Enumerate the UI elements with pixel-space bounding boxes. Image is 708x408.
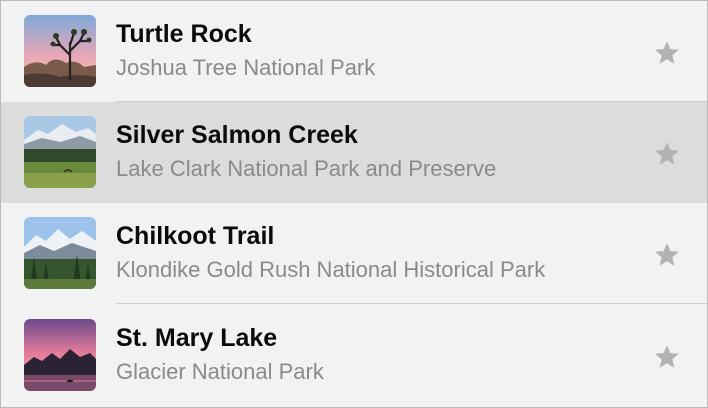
park-name: Joshua Tree National Park — [116, 55, 376, 80]
landmark-name: Chilkoot Trail — [116, 222, 275, 250]
joshua-tree-photo — [24, 15, 96, 87]
list-item-turtle-rock[interactable]: Turtle Rock Joshua Tree National Park — [1, 1, 707, 102]
list-item-chilkoot-trail[interactable]: Chilkoot Trail Klondike Gold Rush Nation… — [1, 203, 707, 304]
list-item-silver-salmon-creek[interactable]: Silver Salmon Creek Lake Clark National … — [1, 102, 707, 203]
mountain-meadow-photo — [24, 116, 96, 188]
star-icon[interactable] — [653, 241, 681, 269]
star-icon[interactable] — [653, 39, 681, 67]
list-item-st-mary-lake[interactable]: St. Mary Lake Glacier National Park — [1, 305, 707, 406]
landmark-list: Turtle Rock Joshua Tree National Park Si… — [0, 0, 708, 408]
park-name: Glacier National Park — [116, 359, 324, 384]
star-icon[interactable] — [653, 140, 681, 168]
star-icon[interactable] — [653, 343, 681, 371]
row-divider — [116, 303, 707, 304]
park-name: Klondike Gold Rush National Historical P… — [116, 257, 546, 282]
landmark-name: Silver Salmon Creek — [116, 121, 358, 149]
forest-mountain-photo — [24, 217, 96, 289]
sunset-lake-photo — [24, 319, 96, 391]
park-name: Lake Clark National Park and Preserve — [116, 156, 497, 181]
landmark-name: St. Mary Lake — [116, 324, 278, 352]
landmark-name: Turtle Rock — [116, 20, 252, 48]
